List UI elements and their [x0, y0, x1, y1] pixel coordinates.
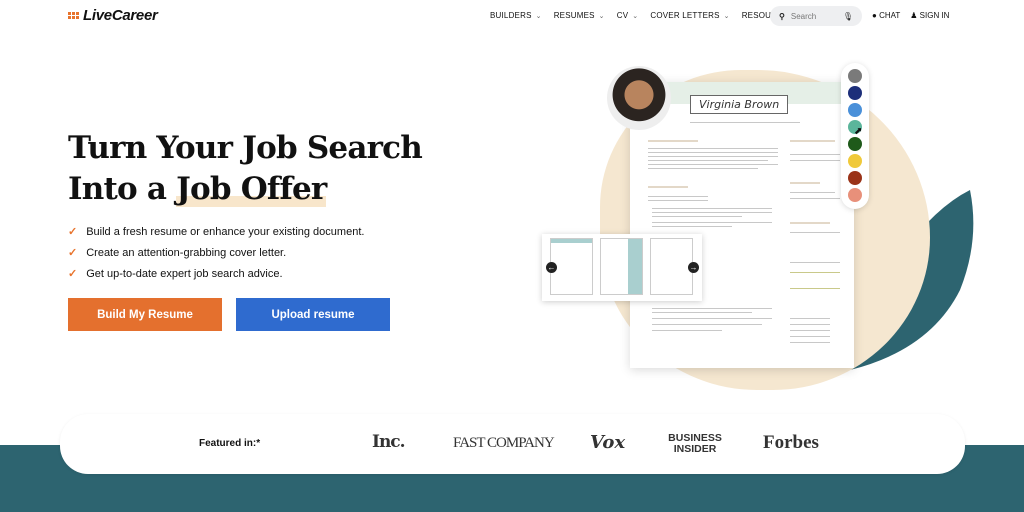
benefit-list: ✓ Build a fresh resume or enhance your ex… [68, 222, 364, 285]
list-item: ✓ Get up-to-date expert job search advice… [68, 264, 364, 285]
main-nav: BUILDERS ⌄ RESUMES ⌄ CV ⌄ COVER LETTERS ⌄ RE… [490, 11, 794, 20]
inc-logo: Inc. [372, 432, 406, 452]
vox-logo: Vox [590, 432, 626, 453]
color-swatch[interactable] [848, 154, 862, 168]
chat-link[interactable]: ● CHAT [872, 11, 900, 20]
template-thumbnail[interactable] [600, 238, 643, 295]
livecareer-logo[interactable]: LiveCareer [68, 7, 158, 24]
chevron-down-icon: ⌄ [535, 13, 542, 20]
chevron-down-icon: ⌄ [723, 13, 730, 20]
color-swatch[interactable] [848, 69, 862, 83]
microphone-icon[interactable]: 🎙 [843, 12, 853, 21]
business-insider-logo: BUSINESS INSIDER [668, 432, 722, 455]
search-input[interactable]: ⚲ Search 🎙 [770, 6, 862, 26]
nav-builders[interactable]: BUILDERS ⌄ [490, 11, 542, 20]
logo-mark-icon [68, 12, 79, 19]
list-item: ✓ Create an attention-grabbing cover lett… [68, 243, 364, 264]
upload-resume-button[interactable]: Upload resume [236, 298, 390, 331]
search-icon: ⚲ [779, 11, 785, 21]
nav-resumes[interactable]: RESUMES ⌄ [554, 11, 605, 20]
check-icon: ✓ [68, 247, 78, 259]
nav-cv[interactable]: CV ⌄ [617, 11, 639, 20]
chevron-down-icon: ⌄ [598, 13, 605, 20]
color-swatch[interactable] [848, 188, 862, 202]
cursor-icon: ⬈ [854, 126, 863, 137]
featured-label: Featured in:* [199, 438, 261, 449]
fast-company-logo: FAST COMPANY [453, 435, 555, 451]
user-icon: ♟ [910, 11, 918, 20]
color-palette: ⬈ [841, 63, 869, 209]
nav-cover-letters[interactable]: COVER LETTERS ⌄ [650, 11, 729, 20]
color-swatch[interactable] [848, 103, 862, 117]
template-thumbnail[interactable] [650, 238, 693, 295]
color-swatch[interactable] [848, 171, 862, 185]
template-carousel: ← → [542, 234, 702, 301]
color-swatch[interactable] [848, 86, 862, 100]
build-my-resume-button[interactable]: Build My Resume [68, 298, 222, 331]
resume-preview: Virginia Brown [630, 82, 854, 368]
sign-in-link[interactable]: ♟ SIGN IN [910, 11, 949, 20]
hero-title: Turn Your Job Search Into a Job Offer [68, 130, 423, 207]
check-icon: ✓ [68, 226, 78, 238]
color-swatch[interactable] [848, 137, 862, 151]
check-icon: ✓ [68, 268, 78, 280]
list-item: ✓ Build a fresh resume or enhance your ex… [68, 222, 364, 243]
profile-photo [607, 66, 671, 130]
arrow-right-icon[interactable]: → [688, 262, 699, 273]
forbes-logo: Forbes [763, 432, 819, 453]
chevron-down-icon: ⌄ [632, 13, 639, 20]
chat-bubble-icon: ● [872, 11, 877, 20]
arrow-left-icon[interactable]: ← [546, 262, 557, 273]
